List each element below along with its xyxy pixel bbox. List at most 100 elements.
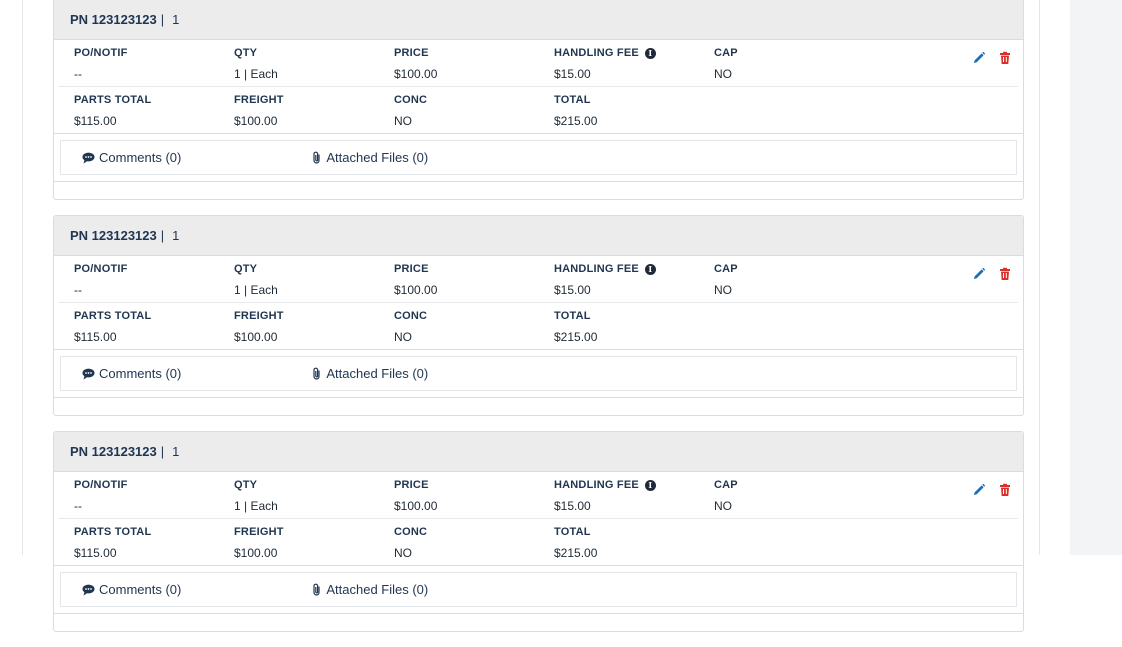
- part-card: PN 123123123 | 1 PO/NOTIF -- QTY 1 | Eac…: [53, 215, 1024, 416]
- field-label: PRICE: [394, 47, 429, 59]
- field-value: $100.00: [394, 67, 438, 81]
- field-price: PRICE $100.00: [394, 46, 554, 81]
- field-value: $100.00: [234, 114, 278, 128]
- field-po-notif: PO/NOTIF --: [74, 262, 234, 297]
- field-value: $115.00: [74, 114, 117, 128]
- part-info: PO/NOTIF -- QTY 1 | Each PRICE $100.00 H…: [54, 256, 1023, 349]
- field-label: PO/NOTIF: [74, 263, 128, 275]
- paperclip-icon: [313, 151, 320, 164]
- attached-files-link[interactable]: Attached Files (0): [312, 150, 428, 165]
- field-parts-total: PARTS TOTAL $115.00: [74, 93, 234, 128]
- left-gutter: [0, 0, 23, 555]
- field-label-with-info: HANDLING FEE i: [554, 478, 714, 492]
- field-label: PARTS TOTAL: [74, 526, 152, 538]
- trash-icon[interactable]: [998, 267, 1012, 281]
- part-card-footer: Comments (0) Attached Files (0): [54, 565, 1023, 614]
- field-value: $100.00: [394, 499, 438, 513]
- paperclip-icon: [313, 583, 320, 596]
- field-label: CAP: [714, 479, 738, 491]
- field-po-notif: PO/NOTIF --: [74, 478, 234, 513]
- header-separator: |: [160, 444, 165, 459]
- comments-link[interactable]: Comments (0): [82, 582, 181, 597]
- field-label: CONC: [394, 310, 428, 322]
- field-conc: CONC NO: [394, 309, 554, 344]
- attached-files-link[interactable]: Attached Files (0): [312, 366, 428, 381]
- field-label: TOTAL: [554, 94, 591, 106]
- part-count: 1: [172, 444, 180, 459]
- header-separator: |: [160, 12, 165, 27]
- field-value: --: [74, 67, 82, 81]
- field-value: $215.00: [554, 546, 598, 560]
- field-qty: QTY 1 | Each: [234, 46, 394, 81]
- part-card-header: PN 123123123 | 1: [54, 432, 1023, 472]
- field-label: FREIGHT: [234, 94, 284, 106]
- part-card-header: PN 123123123 | 1: [54, 216, 1023, 256]
- row-actions: [972, 483, 1012, 497]
- trash-icon[interactable]: [998, 51, 1012, 65]
- field-value: --: [74, 499, 82, 513]
- pencil-icon[interactable]: [972, 267, 986, 281]
- info-row-2: PARTS TOTAL $115.00 FREIGHT $100.00 CONC…: [59, 519, 1018, 565]
- attached-files-label: Attached Files (0): [326, 582, 429, 597]
- field-freight: FREIGHT $100.00: [234, 93, 394, 128]
- field-label: PRICE: [394, 263, 429, 275]
- part-number: PN 123123123: [70, 444, 157, 459]
- field-value: $15.00: [554, 283, 591, 297]
- part-count: 1: [172, 12, 180, 27]
- field-label: CAP: [714, 47, 738, 59]
- info-circle-icon[interactable]: i: [644, 47, 656, 59]
- pencil-icon[interactable]: [972, 483, 986, 497]
- field-value: $100.00: [234, 546, 278, 560]
- comment-icon: [82, 584, 95, 595]
- part-card-footer: Comments (0) Attached Files (0): [54, 349, 1023, 398]
- info-circle-icon[interactable]: i: [644, 263, 656, 275]
- paperclip-icon: [313, 367, 320, 380]
- field-qty: QTY 1 | Each: [234, 478, 394, 513]
- pencil-icon[interactable]: [972, 51, 986, 65]
- field-value: 1 | Each: [234, 499, 278, 513]
- part-count: 1: [172, 228, 180, 243]
- field-total: TOTAL $215.00: [554, 309, 714, 344]
- field-value: $115.00: [74, 546, 117, 560]
- field-label: TOTAL: [554, 526, 591, 538]
- comment-icon: [82, 152, 95, 163]
- field-label: CAP: [714, 263, 738, 275]
- info-row-1: PO/NOTIF -- QTY 1 | Each PRICE $100.00 H…: [59, 40, 1018, 87]
- field-value: --: [74, 283, 82, 297]
- field-total: TOTAL $215.00: [554, 93, 714, 128]
- field-value: NO: [394, 114, 412, 128]
- header-separator: |: [160, 228, 165, 243]
- field-price: PRICE $100.00: [394, 478, 554, 513]
- comments-link[interactable]: Comments (0): [82, 366, 181, 381]
- field-cap: CAP NO: [714, 262, 874, 297]
- field-label: PRICE: [394, 479, 429, 491]
- attached-files-label: Attached Files (0): [326, 150, 429, 165]
- field-value: $215.00: [554, 114, 598, 128]
- trash-icon[interactable]: [998, 483, 1012, 497]
- comments-label: Comments (0): [99, 366, 182, 381]
- field-value: $15.00: [554, 499, 591, 513]
- right-rail: [1070, 0, 1122, 555]
- footer-links: Comments (0) Attached Files (0): [60, 356, 1017, 391]
- attached-files-label: Attached Files (0): [326, 366, 429, 381]
- info-row-1: PO/NOTIF -- QTY 1 | Each PRICE $100.00 H…: [59, 472, 1018, 519]
- part-card: PN 123123123 | 1 PO/NOTIF -- QTY 1 | Eac…: [53, 0, 1024, 200]
- field-value: NO: [714, 67, 732, 81]
- field-label: QTY: [234, 47, 258, 59]
- info-circle-icon[interactable]: i: [644, 479, 656, 491]
- field-conc: CONC NO: [394, 93, 554, 128]
- attached-files-link[interactable]: Attached Files (0): [312, 582, 428, 597]
- field-value: NO: [714, 283, 732, 297]
- comments-label: Comments (0): [99, 150, 182, 165]
- field-value: $100.00: [394, 283, 438, 297]
- field-handling-fee: HANDLING FEE i $15.00: [554, 478, 714, 513]
- field-label: CONC: [394, 94, 428, 106]
- field-label: HANDLING FEE: [554, 479, 639, 491]
- field-label: HANDLING FEE: [554, 47, 639, 59]
- field-label: FREIGHT: [234, 310, 284, 322]
- field-value: $15.00: [554, 67, 591, 81]
- comments-link[interactable]: Comments (0): [82, 150, 181, 165]
- field-label: PARTS TOTAL: [74, 310, 152, 322]
- footer-links: Comments (0) Attached Files (0): [60, 572, 1017, 607]
- info-row-2: PARTS TOTAL $115.00 FREIGHT $100.00 CONC…: [59, 87, 1018, 133]
